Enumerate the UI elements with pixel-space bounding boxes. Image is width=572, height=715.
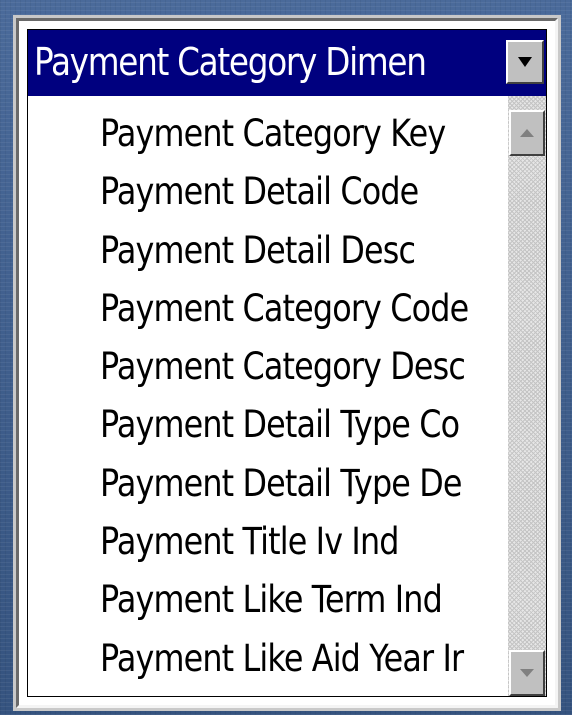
dimension-title-bar[interactable]: Payment Category Dimen (28, 30, 546, 96)
list-item[interactable]: Payment Category Code (100, 281, 469, 339)
scroll-down-button[interactable] (509, 650, 545, 696)
list-item[interactable]: Payment Detail Desc (100, 223, 468, 281)
dimension-listbox: Payment Category Dimen Payment Category … (27, 29, 547, 697)
dimension-items-list: Payment Category Key Payment Detail Code… (28, 96, 508, 696)
list-item[interactable]: Payment Category Key (100, 106, 468, 164)
list-item[interactable]: Payment Category Desc (100, 339, 468, 397)
chevron-down-icon (518, 57, 532, 67)
list-item[interactable]: Payment Detail Code (100, 164, 468, 222)
scroll-down-arrow-icon (520, 669, 534, 677)
list-item[interactable]: Payment Like Aid Year Ir (100, 631, 468, 689)
dimension-title: Payment Category Dimen (34, 40, 427, 84)
vertical-scrollbar[interactable] (508, 96, 546, 696)
list-item[interactable]: Payment Like Term Ind (100, 572, 468, 630)
list-item[interactable]: Payment Detail Type Co (100, 397, 468, 455)
scroll-up-button[interactable] (509, 110, 545, 156)
dimension-listbox-window: Payment Category Dimen Payment Category … (13, 15, 561, 711)
list-item[interactable]: Payment Detail Type De (100, 456, 468, 514)
dropdown-button[interactable] (506, 40, 544, 84)
scroll-up-arrow-icon (520, 129, 534, 137)
list-item[interactable]: Payment Title Iv Ind (100, 514, 468, 572)
